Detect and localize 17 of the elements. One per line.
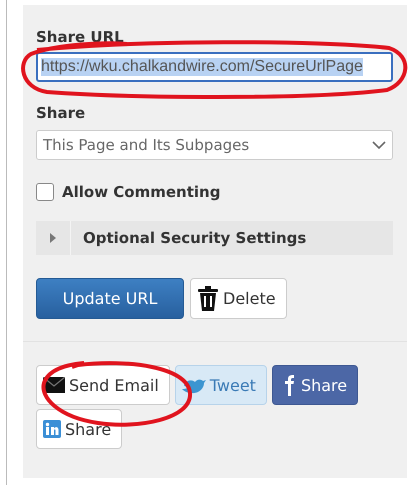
- tweet-button[interactable]: Tweet: [174, 365, 267, 405]
- chevron-down-icon: [372, 140, 386, 150]
- share-dropdown[interactable]: This Page and Its Subpages: [36, 130, 393, 160]
- send-email-button[interactable]: Send Email: [36, 365, 170, 405]
- linkedin-share-button[interactable]: Share: [36, 409, 122, 449]
- allow-commenting-label: Allow Commenting: [62, 183, 220, 201]
- linkedin-icon: [43, 420, 61, 438]
- update-url-button[interactable]: Update URL: [36, 278, 184, 319]
- checkbox[interactable]: [36, 183, 54, 201]
- trash-icon: [197, 286, 219, 312]
- share-url-label: Share URL: [36, 28, 125, 46]
- url-field[interactable]: https://wku.chalkandwire.com/SecureUrlPage: [36, 52, 393, 82]
- share-label: Share: [36, 104, 86, 122]
- security-settings-header[interactable]: Optional Security Settings: [36, 221, 393, 255]
- facebook-share-button[interactable]: Share: [272, 365, 358, 405]
- delete-button[interactable]: Delete: [190, 278, 287, 319]
- url-text: https://wku.chalkandwire.com/SecureUrlPage: [41, 58, 363, 76]
